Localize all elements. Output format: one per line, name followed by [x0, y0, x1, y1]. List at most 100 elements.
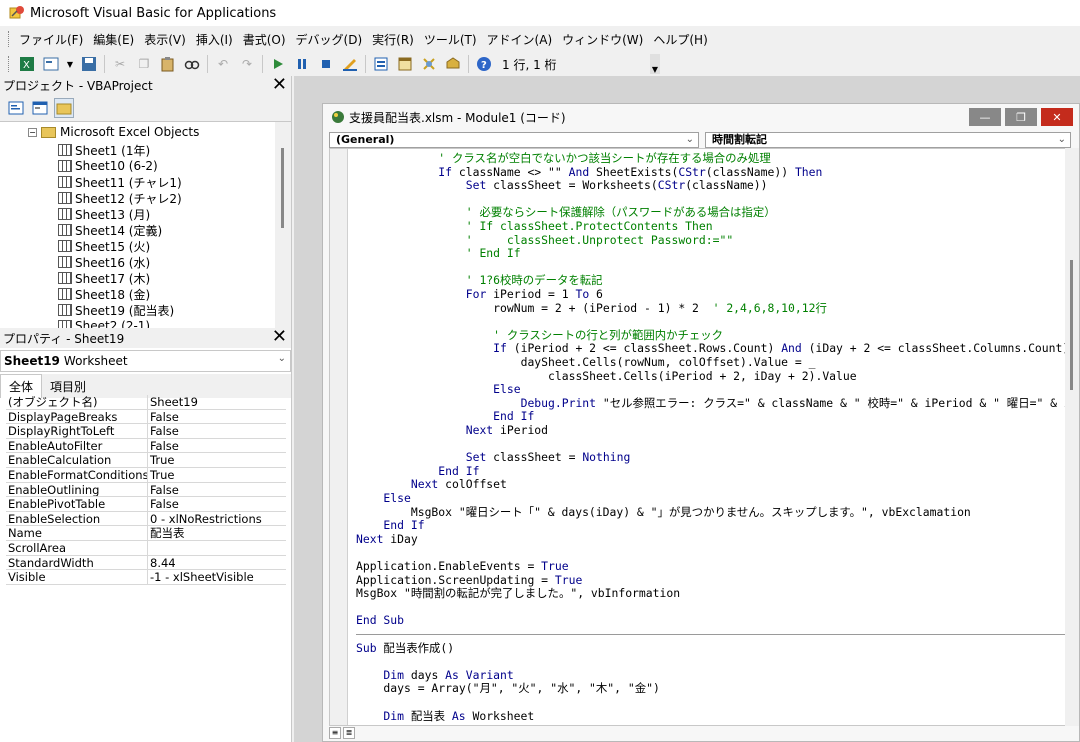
- worksheet-icon: [58, 224, 72, 236]
- close-icon[interactable]: ✕: [272, 328, 287, 346]
- tree-node-sheet[interactable]: Sheet13 (月): [58, 206, 150, 222]
- minimize-icon[interactable]: —: [969, 108, 1001, 126]
- property-row[interactable]: EnableAutoFilter False: [6, 438, 286, 454]
- project-title: プロジェクト - VBAProject: [3, 78, 153, 93]
- property-row[interactable]: EnableCalculation True: [6, 453, 286, 468]
- object-browser-icon[interactable]: [420, 55, 438, 73]
- tree-node-excel-objects[interactable]: − Microsoft Excel Objects: [28, 124, 199, 140]
- tree-node-sheet[interactable]: Sheet15 (火): [58, 238, 150, 254]
- property-row[interactable]: DisplayPageBreaks False: [6, 409, 286, 425]
- property-value[interactable]: 0 - xlNoRestrictions: [148, 512, 262, 525]
- property-row[interactable]: Visible -1 - xlSheetVisible: [6, 570, 286, 585]
- menu-view[interactable]: 表示(V): [140, 29, 190, 50]
- chevron-down-icon[interactable]: ⌄: [278, 353, 286, 364]
- property-value[interactable]: False: [148, 424, 179, 437]
- property-value[interactable]: Sheet19: [148, 395, 198, 408]
- chevron-down-icon[interactable]: ⌄: [686, 133, 694, 147]
- tree-node-sheet[interactable]: Sheet19 (配当表): [58, 302, 174, 318]
- tree-node-sheet[interactable]: Sheet18 (金): [58, 286, 150, 302]
- restore-icon[interactable]: ❐: [1005, 108, 1037, 126]
- object-select[interactable]: Sheet19 Worksheet ⌄: [0, 350, 291, 372]
- close-icon[interactable]: ✕: [272, 76, 287, 94]
- break-icon[interactable]: [293, 55, 311, 73]
- tree-node-sheet[interactable]: Sheet12 (チャレ2): [58, 190, 182, 206]
- code-margin[interactable]: [330, 149, 348, 725]
- menu-tools[interactable]: ツール(T): [420, 29, 481, 50]
- run-icon[interactable]: [269, 55, 287, 73]
- menu-debug[interactable]: デバッグ(D): [292, 29, 367, 50]
- property-value[interactable]: True: [148, 453, 174, 467]
- menu-insert[interactable]: 挿入(I): [192, 29, 237, 50]
- property-row[interactable]: Name 配当表: [6, 526, 286, 541]
- close-icon[interactable]: ✕: [1041, 108, 1073, 126]
- toolbox-icon[interactable]: [444, 55, 462, 73]
- property-row[interactable]: ScrollArea: [6, 540, 286, 556]
- menu-edit[interactable]: 編集(E): [89, 29, 138, 50]
- view-code-icon[interactable]: [6, 98, 26, 118]
- code-text: days: [404, 667, 446, 682]
- redo-icon[interactable]: ↷: [238, 55, 256, 73]
- tree-node-sheet[interactable]: Sheet14 (定義): [58, 222, 162, 238]
- property-value[interactable]: False: [148, 497, 179, 510]
- property-value[interactable]: True: [148, 468, 174, 481]
- view-excel-icon[interactable]: X: [18, 55, 36, 73]
- menu-file[interactable]: ファイル(F): [15, 29, 87, 50]
- copy-icon[interactable]: ❐: [135, 55, 153, 73]
- code-line: Set classSheet = Nothing: [356, 450, 631, 465]
- property-value[interactable]: 配当表: [148, 526, 185, 540]
- tree-node-sheet[interactable]: Sheet17 (木): [58, 270, 150, 286]
- code-editor[interactable]: ' クラス名が空白でないかつ該当シートが存在する場合のみ処理 If classN…: [329, 148, 1067, 726]
- toolbar-overflow-icon[interactable]: ▼: [650, 54, 660, 74]
- insert-form-icon[interactable]: [42, 55, 60, 73]
- full-module-view-icon[interactable]: ≣: [343, 727, 355, 739]
- view-object-icon[interactable]: [30, 98, 50, 118]
- property-value[interactable]: -1 - xlSheetVisible: [148, 570, 254, 583]
- property-value[interactable]: 8.44: [148, 556, 176, 569]
- design-mode-icon[interactable]: [341, 55, 359, 73]
- property-row[interactable]: EnableFormatConditionsCalculationTrue: [6, 467, 286, 483]
- procedure-combo[interactable]: 時間割転記 ⌄: [705, 132, 1071, 148]
- code-line: End If: [356, 464, 479, 479]
- code-scrollbar[interactable]: [1065, 148, 1079, 726]
- property-row[interactable]: DisplayRightToLeft False: [6, 424, 286, 439]
- toggle-folders-icon[interactable]: [54, 97, 74, 118]
- tree-node-sheet[interactable]: Sheet11 (チャレ1): [58, 174, 182, 190]
- property-row[interactable]: EnablePivotTable False: [6, 497, 286, 512]
- tree-node-sheet[interactable]: Sheet16 (水): [58, 254, 150, 270]
- reset-icon[interactable]: [317, 55, 335, 73]
- property-row[interactable]: EnableSelection 0 - xlNoRestrictions: [6, 511, 286, 527]
- menu-window[interactable]: ウィンドウ(W): [558, 29, 647, 50]
- project-explorer-icon[interactable]: [372, 55, 390, 73]
- tree-node-sheet[interactable]: Sheet10 (6-2): [58, 158, 158, 174]
- collapse-icon[interactable]: −: [28, 127, 37, 137]
- find-icon[interactable]: [183, 55, 201, 73]
- tree-node-sheet[interactable]: Sheet1 (1年): [58, 142, 150, 158]
- menu-format[interactable]: 書式(O): [239, 29, 290, 50]
- menu-run[interactable]: 実行(R): [368, 29, 418, 50]
- property-value[interactable]: False: [148, 410, 179, 423]
- undo-icon[interactable]: ↶: [214, 55, 232, 73]
- properties-window-icon[interactable]: [396, 55, 414, 73]
- save-icon[interactable]: [80, 55, 98, 73]
- project-explorer: プロジェクト - VBAProject ✕ − Microsoft Excel …: [0, 76, 292, 328]
- paste-icon[interactable]: [159, 55, 177, 73]
- property-row[interactable]: (オブジェクト名) Sheet19: [6, 395, 286, 410]
- tree-node-sheet[interactable]: Sheet2 (2-1): [58, 318, 150, 328]
- chevron-down-icon[interactable]: ⌄: [1058, 133, 1066, 147]
- property-row[interactable]: EnableOutlining False: [6, 482, 286, 498]
- property-value[interactable]: False: [148, 439, 179, 452]
- scrollbar-thumb[interactable]: [281, 148, 284, 228]
- property-row[interactable]: StandardWidth 8.44: [6, 555, 286, 571]
- property-value[interactable]: [148, 541, 150, 555]
- help-icon[interactable]: ?: [475, 55, 493, 73]
- cut-icon[interactable]: ✂: [111, 55, 129, 73]
- menu-addins[interactable]: アドイン(A): [483, 29, 557, 50]
- project-scrollbar[interactable]: [275, 122, 291, 328]
- property-value[interactable]: False: [148, 483, 179, 496]
- insert-dropdown-icon[interactable]: ▼: [66, 55, 74, 73]
- object-combo[interactable]: (General) ⌄: [329, 132, 699, 148]
- scrollbar-thumb[interactable]: [1070, 260, 1073, 390]
- procedure-view-icon[interactable]: ≡: [329, 727, 341, 739]
- menu-help[interactable]: ヘルプ(H): [649, 29, 711, 50]
- code-comment: ' 2,4,6,8,10,12行: [712, 300, 827, 315]
